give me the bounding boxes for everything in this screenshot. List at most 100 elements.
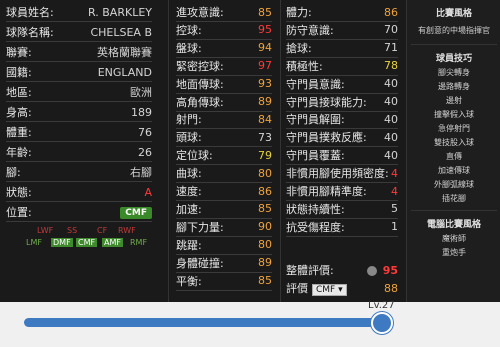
stat-value: CHELSEA B [90, 25, 152, 39]
stat-label: 防守意識: [286, 23, 334, 37]
stat-label: 進攻意識: [176, 6, 224, 19]
row-separator [6, 221, 152, 222]
stat-label: 腳下力量: [176, 220, 224, 234]
position-badge: CMF [120, 207, 152, 219]
stat-label: 身高: [6, 106, 32, 119]
stat-value: 85 [258, 274, 272, 287]
stat-value: 86 [384, 5, 398, 19]
stat-label: 加速: [176, 202, 202, 216]
stat-label: 控球: [176, 23, 202, 37]
stat-label: 平衡: [176, 274, 202, 288]
stat-value: 189 [131, 105, 152, 119]
stat-label: 射門: [176, 113, 202, 127]
stat-label: 搶球: [286, 41, 312, 55]
stat-value: 73 [258, 130, 272, 144]
stat-label: 盤球: [176, 41, 202, 55]
stat-value: 89 [258, 256, 272, 270]
skills-title: 球員技巧 [435, 54, 472, 64]
pos-cmf: CMF [76, 238, 98, 247]
stat-value: 70 [384, 23, 398, 37]
pos-lmf: LMF [26, 238, 42, 247]
divider-1 [168, 0, 169, 347]
stat-label: 球隊名稱: [6, 26, 54, 39]
level-track[interactable] [24, 318, 380, 327]
stat-row: 球員姓名: R. BARKLEY [6, 2, 152, 22]
stat-value: 84 [258, 112, 272, 126]
stat-row: 位置: CMF [6, 202, 152, 222]
ai-style-list: 魔術師 重炮手 [407, 233, 500, 258]
stat-label: 聯賽: [6, 46, 32, 59]
skill-item: 邊射 [446, 96, 462, 105]
stat-value: 71 [384, 41, 398, 55]
stat-label: 頭球: [176, 131, 202, 145]
side-panel: 比賽風格 有創意的中場指揮官 球員技巧 腳尖轉身邊路轉身邊射撞擊假入球急停射門雙… [406, 0, 500, 305]
stat-value: 79 [258, 148, 272, 162]
stat-value: 80 [258, 166, 272, 180]
divider-2 [280, 0, 281, 347]
skill-item: 插花腳 [442, 194, 466, 203]
stat-value: 4 [391, 184, 398, 198]
stat-value: 5 [391, 202, 398, 216]
stat-row: 身高: 189 [6, 102, 152, 122]
rating-value: 88 [384, 281, 398, 295]
stat-row: 球隊名稱: CHELSEA B [6, 22, 152, 42]
stat-label: 球員姓名: [6, 6, 54, 19]
stat-label: 曲球: [176, 167, 202, 181]
level-knob[interactable] [371, 312, 393, 334]
skill-item: 腳尖轉身 [438, 68, 470, 77]
stat-value: 40 [384, 130, 398, 144]
stat-label: 守門員接球能力: [286, 95, 367, 109]
stat-value: 94 [258, 41, 272, 55]
stat-value: 40 [384, 77, 398, 91]
rating-star-icon [366, 265, 377, 276]
stat-label: 高角傳球: [176, 95, 224, 109]
level-label: Lv.27 [368, 300, 395, 311]
row-separator [176, 289, 272, 291]
stat-value: 89 [258, 95, 272, 108]
stat-value: 右腳 [130, 166, 152, 179]
stat-label: 狀態: [6, 186, 32, 199]
ai-style-item: 魔術師 [442, 234, 466, 243]
skill-item: 加速傳球 [438, 166, 470, 175]
stat-row: 年齡: 26 [6, 142, 152, 162]
rating-label: 評價 [286, 282, 308, 295]
stat-label: 守門員覆蓋: [286, 149, 345, 163]
skill-item: 急停射門 [438, 124, 470, 133]
stat-label: 年齡: [6, 146, 32, 159]
pos-rmf: RMF [130, 238, 148, 247]
position-select[interactable]: CMF ▾ [312, 284, 347, 296]
stat-label: 速度: [176, 185, 202, 198]
stat-value: 93 [258, 77, 272, 91]
stat-value: 80 [258, 238, 272, 252]
rating-row: 評價 CMF ▾ 88 [286, 278, 398, 298]
style-value: 有創意的中場指揮官 [418, 26, 490, 35]
skill-item: 邊路轉身 [438, 82, 470, 91]
pos-ss: SS [67, 226, 78, 235]
stat-value: R. BARKLEY [88, 5, 152, 19]
pos-amf: AMF [102, 238, 123, 247]
player-card: 球員姓名: R. BARKLEY 球隊名稱: CHELSEA B 聯賽: 英格蘭聯賽國籍:… [0, 0, 500, 347]
stat-label: 狀態持續性: [286, 202, 345, 216]
style-title: 比賽風格 [435, 9, 472, 19]
stat-label: 國籍: [6, 66, 32, 79]
skill-item: 雙技股入球 [434, 138, 474, 147]
stat-label: 體重: [6, 126, 32, 139]
stat-label: 位置: [6, 206, 32, 219]
stat-label: 守門員解圍: [286, 113, 345, 127]
stat-label: 地面傳球: [176, 77, 224, 91]
stat-label: 守門員撲救反應: [286, 131, 367, 145]
skill-item: 撞擊假入球 [434, 110, 474, 119]
level-slider: Lv.27 [0, 300, 500, 347]
stat-label: 腳: [6, 166, 21, 179]
stat-label: 定位球: [176, 149, 213, 163]
stat-value: 85 [258, 202, 272, 216]
stat-row: 平衡: 85 [176, 271, 272, 291]
stat-row: 聯賽: 英格蘭聯賽 [6, 42, 152, 62]
overall-rating-row: 整體評價: 95 [286, 260, 398, 280]
stat-label: 守門員意識: [286, 77, 345, 91]
stat-label: 體力: [286, 6, 312, 19]
stat-value: ENGLAND [97, 65, 152, 79]
stat-value: 英格蘭聯賽 [97, 46, 152, 59]
stat-label: 地區: [6, 86, 32, 99]
stat-label: 非慣用腳精準度: [286, 185, 367, 198]
